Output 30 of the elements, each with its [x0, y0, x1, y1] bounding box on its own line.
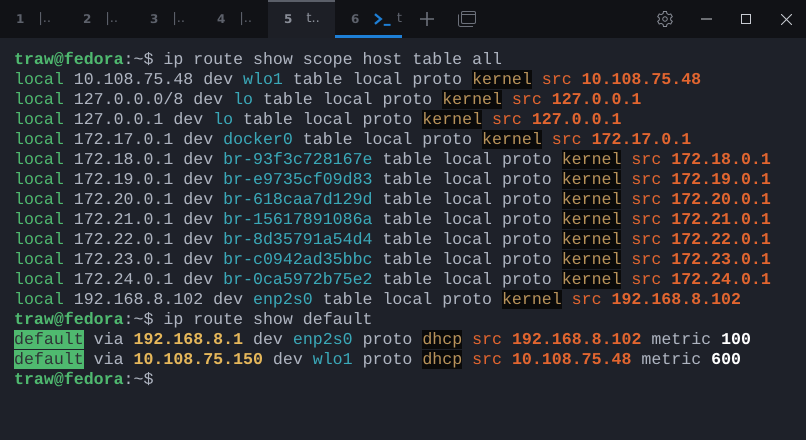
terminal-line: local 172.19.0.1 dev br-e9735cf09d83 table local proto kernel src 172.19.0.1	[14, 170, 772, 190]
terminal-line: local 172.20.0.1 dev br-618caa7d129d table local proto kernel src 172.20.0.1	[14, 190, 772, 210]
terminal-line: local 172.18.0.1 dev br-93f3c728167e table local proto kernel src 172.18.0.1	[14, 150, 772, 170]
terminal-tab[interactable]: 4 |..	[201, 0, 268, 38]
minimize-icon	[700, 18, 712, 20]
terminal-tab[interactable]: 2 |..	[67, 0, 134, 38]
terminal-line: local 127.0.0.0/8 dev lo table local proto kernel src 127.0.0.1	[14, 90, 642, 110]
terminal-prompt-icon	[373, 12, 393, 26]
terminal-line: traw@fedora:~$ ip route show default	[14, 310, 374, 330]
terminal-line: local 172.22.0.1 dev br-8d35791a54d4 table local proto kernel src 172.22.0.1	[14, 230, 772, 250]
windows-icon	[458, 11, 476, 27]
terminal-tab[interactable]: 6 t	[335, 0, 402, 38]
maximize-icon	[741, 14, 751, 24]
close-icon	[780, 14, 792, 24]
terminal-line: local 172.17.0.1 dev docker0 table local proto kernel src 172.17.0.1	[14, 130, 692, 150]
terminal-line: local 172.23.0.1 dev br-c0942ad35bbc table local proto kernel src 172.23.0.1	[14, 250, 772, 270]
terminal-line: default via 192.168.8.1 dev enp2s0 proto dhcp src 192.168.8.102 metric 100	[14, 330, 752, 350]
plus-icon	[420, 12, 434, 26]
terminal-line: default via 10.108.75.150 dev wlo1 proto dhcp src 10.108.75.48 metric 600	[14, 350, 742, 370]
terminal-tab[interactable]: 3 |..	[134, 0, 201, 38]
terminal-line: local 127.0.0.1 dev lo table local proto kernel src 127.0.0.1	[14, 110, 622, 130]
terminal-line: local 172.24.0.1 dev br-0ca5972b75e2 table local proto kernel src 172.24.0.1	[14, 270, 772, 290]
terminal-line: local 172.21.0.1 dev br-15617891086a table local proto kernel src 172.21.0.1	[14, 210, 772, 230]
terminal-tab[interactable]: 5 t..	[268, 0, 335, 38]
terminal-line: traw@fedora:~$ ip route show scope host table all	[14, 50, 503, 70]
terminal-line: local 10.108.75.48 dev wlo1 table local proto kernel src 10.108.75.48	[14, 70, 702, 90]
terminal-line: local 192.168.8.102 dev enp2s0 table local proto kernel src 192.168.8.102	[14, 290, 742, 310]
terminal-tab[interactable]: 1 |..	[0, 0, 67, 38]
settings-icon	[656, 10, 674, 28]
terminal-line: traw@fedora:~$	[14, 370, 154, 390]
